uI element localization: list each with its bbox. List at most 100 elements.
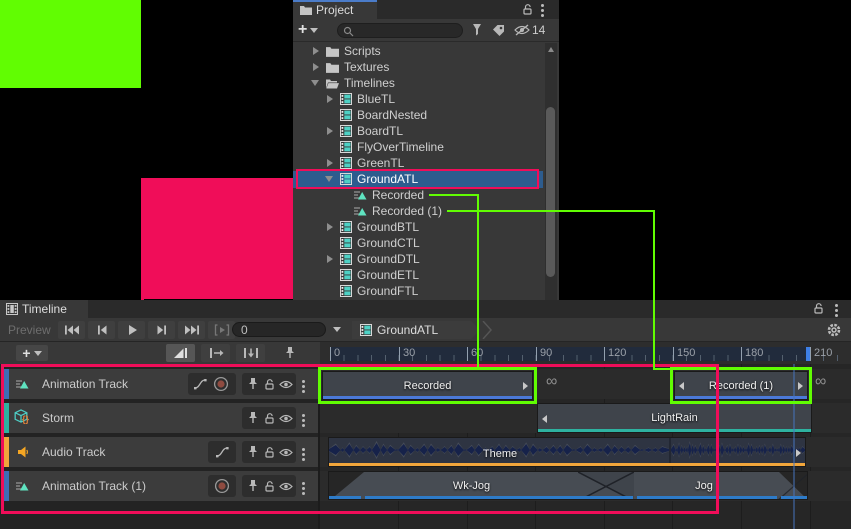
timeline-asset-icon	[340, 125, 352, 137]
search-by-type-icon[interactable]	[470, 23, 484, 37]
foldout-arrow-icon[interactable]	[325, 176, 333, 182]
dropdown-caret-icon	[34, 351, 42, 356]
ruler-tick	[741, 347, 742, 361]
timeline-asset-icon	[340, 221, 352, 233]
timeline-toolbar: Preview 0	[0, 318, 851, 342]
tree-row-groundctl[interactable]: GroundCTL	[293, 235, 543, 251]
foldout-arrow-icon[interactable]	[311, 80, 319, 86]
track-toolbar: +	[0, 342, 320, 364]
timeline-asset-icon	[360, 324, 372, 336]
breadcrumb-chevron-icon	[482, 321, 492, 339]
play-icon	[126, 324, 138, 336]
tab-timeline[interactable]: Timeline	[0, 300, 88, 318]
tree-row-boardnested[interactable]: BoardNested	[293, 107, 543, 123]
folder-icon	[326, 46, 339, 57]
ripple-mode-button[interactable]	[201, 344, 230, 362]
timeline-tabbar: Timeline	[0, 300, 851, 318]
tree-item-label: GreenTL	[357, 156, 404, 170]
tree-item-label: Timelines	[344, 76, 395, 90]
timeline-end-marker[interactable]	[806, 347, 810, 361]
tab-project[interactable]: Project	[293, 0, 377, 19]
folder-open-icon	[326, 78, 339, 89]
goto-start-icon	[64, 325, 80, 335]
tree-item-label: BoardTL	[357, 124, 403, 138]
tab-project-label: Project	[316, 3, 353, 17]
annotation-line-recorded1	[653, 368, 673, 370]
lock-open-icon[interactable]	[521, 3, 534, 16]
mix-mode-icon	[173, 347, 188, 359]
annotation-line-recorded	[477, 194, 479, 368]
breadcrumb[interactable]: GroundATL	[352, 321, 480, 339]
frame-field[interactable]: 0	[232, 322, 326, 337]
play-range-button[interactable]	[208, 321, 235, 339]
scroll-up-icon[interactable]	[548, 47, 554, 52]
tree-row-flyovertimeline[interactable]: FlyOverTimeline	[293, 139, 543, 155]
foldout-arrow-icon[interactable]	[327, 127, 333, 135]
ruler-label: 210	[814, 346, 832, 360]
ruler-label: 30	[403, 346, 415, 360]
project-scrollbar[interactable]	[545, 43, 557, 300]
tree-row-groundatl[interactable]: GroundATL	[293, 171, 543, 187]
tree-item-label: GroundFTL	[357, 284, 418, 298]
create-asset-button[interactable]: +	[298, 21, 328, 39]
kebab-menu-icon[interactable]	[541, 2, 544, 19]
marker-pin-icon[interactable]	[284, 346, 296, 360]
tree-row-textures[interactable]: Textures	[293, 59, 543, 75]
tree-item-label: GroundETL	[357, 268, 419, 282]
lock-open-icon[interactable]	[812, 302, 825, 315]
frame-field-caret-icon[interactable]	[333, 327, 341, 332]
timeline-asset-icon	[340, 93, 352, 105]
foldout-arrow-icon[interactable]	[313, 47, 319, 55]
previous-frame-button[interactable]	[88, 321, 115, 339]
ruler-tick	[399, 347, 400, 361]
foldout-arrow-icon[interactable]	[313, 63, 319, 71]
ruler-label: 180	[745, 346, 763, 360]
timeline-asset-icon	[340, 157, 352, 169]
ruler-tick	[536, 347, 537, 361]
time-ruler[interactable]: 0 30 60 90 120 150 180 210	[320, 342, 851, 364]
foldout-arrow-icon[interactable]	[327, 159, 333, 167]
foldout-arrow-icon[interactable]	[327, 255, 333, 263]
search-input[interactable]	[337, 23, 463, 38]
replace-mode-button[interactable]	[236, 344, 265, 362]
mix-mode-button[interactable]	[166, 344, 195, 362]
tree-row-boardtl[interactable]: BoardTL	[293, 123, 543, 139]
tree-row-groundftl[interactable]: GroundFTL	[293, 283, 543, 299]
foldout-arrow-icon[interactable]	[327, 95, 333, 103]
kebab-menu-icon[interactable]	[835, 302, 838, 319]
tree-item-label: GroundCTL	[357, 236, 420, 250]
tree-row-recorded[interactable]: Recorded	[293, 187, 543, 203]
replace-mode-icon	[243, 347, 259, 359]
project-tabbar: Project	[293, 0, 559, 19]
goto-end-button[interactable]	[178, 321, 205, 339]
hidden-count: 14	[532, 23, 545, 37]
tree-row-scripts[interactable]: Scripts	[293, 43, 543, 59]
tree-item-label: BoardNested	[357, 108, 427, 122]
preview-toggle[interactable]: Preview	[8, 323, 51, 337]
tree-row-grounddtl[interactable]: GroundDTL	[293, 251, 543, 267]
tab-timeline-label: Timeline	[22, 302, 67, 316]
project-panel: Project + 14 Scripts	[293, 0, 559, 300]
add-track-button[interactable]: +	[16, 345, 48, 361]
tree-row-groundetl[interactable]: GroundETL	[293, 267, 543, 283]
next-frame-button[interactable]	[148, 321, 175, 339]
ruler-tick	[467, 347, 468, 361]
foldout-arrow-icon[interactable]	[327, 223, 333, 231]
gear-icon[interactable]	[826, 322, 842, 338]
timeline-window: Timeline Preview	[0, 300, 851, 529]
tree-row-bluetl[interactable]: BlueTL	[293, 91, 543, 107]
tree-row-groundbtl[interactable]: GroundBTL	[293, 219, 543, 235]
scrollbar-thumb[interactable]	[546, 107, 555, 277]
timeline-asset-icon	[340, 173, 352, 185]
hidden-count-eye-icon[interactable]	[514, 24, 530, 36]
clip-right-edge-icon	[796, 449, 801, 457]
goto-start-button[interactable]	[58, 321, 85, 339]
annotation-magenta-block	[141, 178, 293, 299]
tree-item-label: GroundBTL	[357, 220, 419, 234]
tree-item-label: BlueTL	[357, 92, 395, 106]
play-button[interactable]	[118, 321, 145, 339]
search-by-label-icon[interactable]	[492, 24, 505, 37]
tree-item-label: Recorded	[372, 188, 424, 202]
annotation-line-recorded	[429, 194, 478, 196]
tree-row-timelines[interactable]: Timelines	[293, 75, 543, 91]
